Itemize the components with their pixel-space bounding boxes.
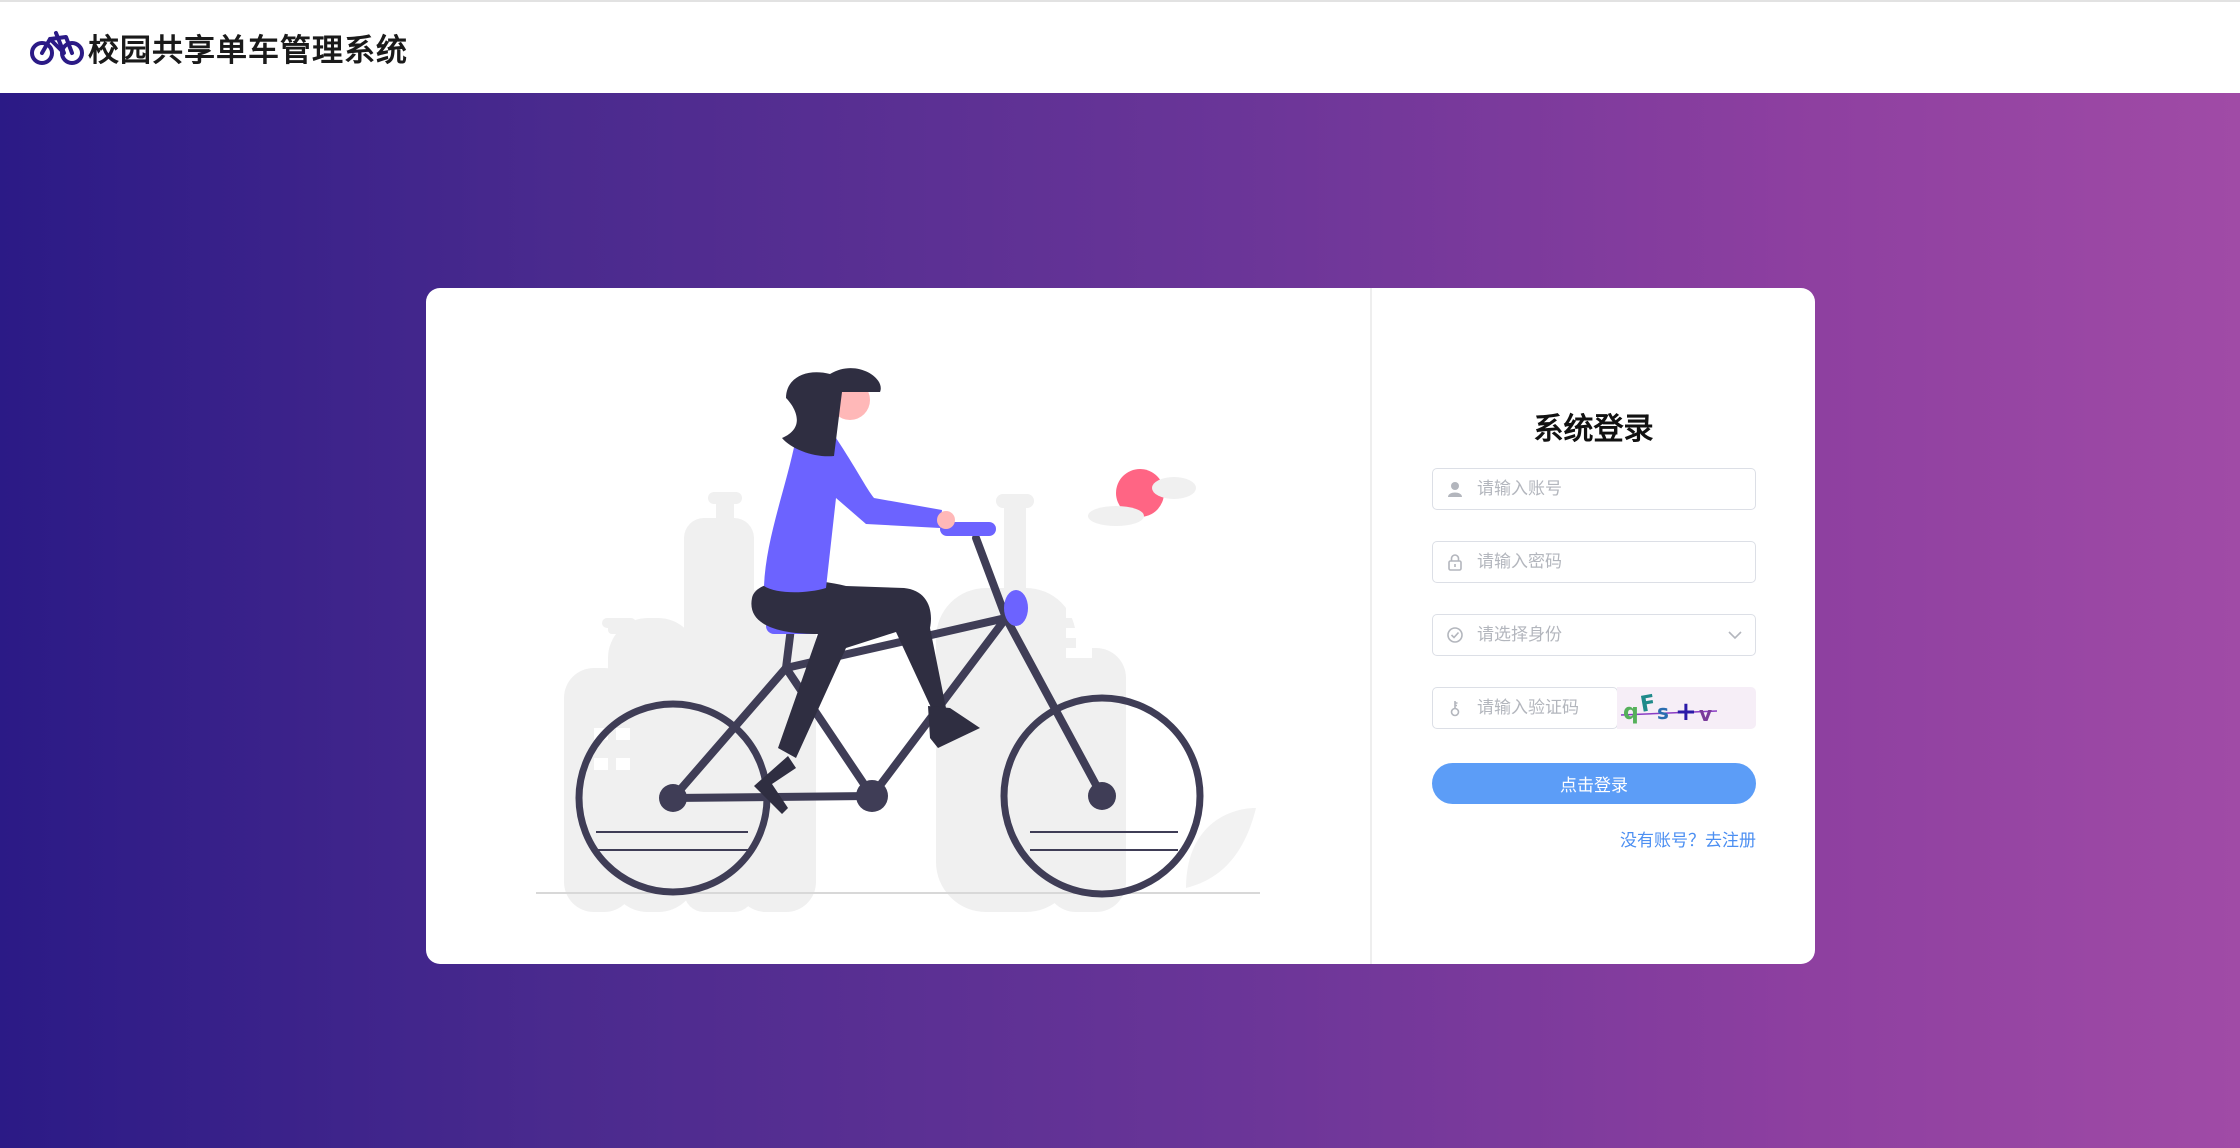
svg-text:q: q xyxy=(1623,700,1639,725)
role-input[interactable] xyxy=(1477,625,1715,645)
app-title: 校园共享单车管理系统 xyxy=(88,33,408,69)
register-link[interactable]: 没有账号？去注册 xyxy=(1620,826,1756,851)
login-button[interactable]: 点击登录 xyxy=(1432,763,1756,804)
captcha-field[interactable] xyxy=(1432,687,1618,729)
captcha-image[interactable]: q F s + v xyxy=(1617,687,1756,729)
user-icon xyxy=(1433,469,1477,509)
captcha-input[interactable] xyxy=(1477,698,1617,718)
login-title: 系统登录 xyxy=(1533,412,1654,447)
account-input[interactable] xyxy=(1477,479,1755,499)
password-field[interactable] xyxy=(1432,541,1756,583)
svg-text:s: s xyxy=(1657,700,1669,724)
lock-icon xyxy=(1433,542,1477,582)
captcha-row: q F s + v xyxy=(1432,687,1756,729)
cyclist-illustration xyxy=(536,368,1260,912)
svg-text:v: v xyxy=(1699,702,1712,726)
chevron-down-icon[interactable] xyxy=(1715,615,1755,655)
role-select[interactable] xyxy=(1432,614,1756,656)
circle-check-icon xyxy=(1433,615,1477,655)
key-icon xyxy=(1433,688,1477,728)
password-input[interactable] xyxy=(1477,552,1755,572)
top-bar: 校园共享单车管理系统 xyxy=(0,0,2240,93)
account-field[interactable] xyxy=(1432,468,1756,510)
login-card: 系统登录 请输入账号 请选择身份 请输入验证码 q F s + v 点击登录 没… xyxy=(426,288,1815,964)
svg-text:+: + xyxy=(1675,697,1697,727)
login-form: 系统登录 请输入账号 请选择身份 请输入验证码 q F s + v 点击登录 没… xyxy=(1372,288,1815,964)
svg-text:F: F xyxy=(1638,691,1657,718)
bicycle-icon xyxy=(30,30,84,65)
